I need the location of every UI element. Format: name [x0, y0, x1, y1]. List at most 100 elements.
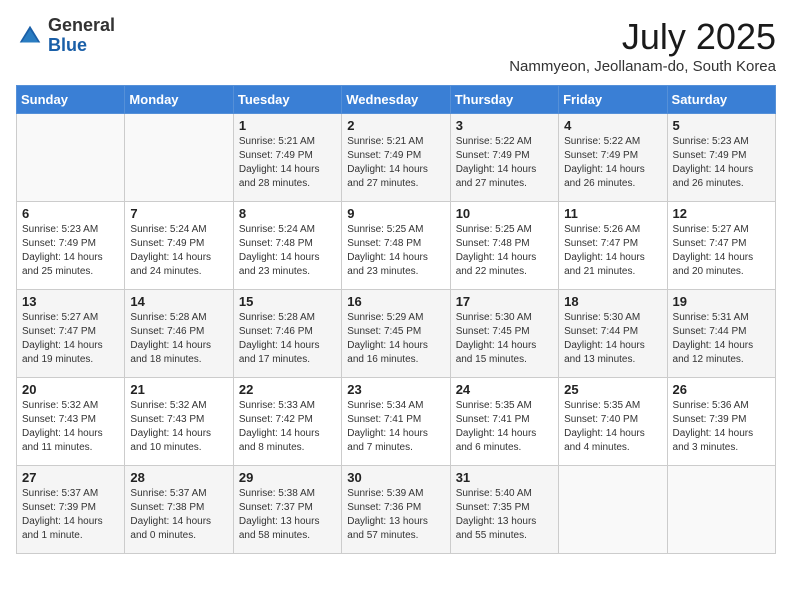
- calendar-cell: [125, 114, 233, 202]
- calendar-cell: 28 Sunrise: 5:37 AMSunset: 7:38 PMDayligh…: [125, 466, 233, 554]
- day-number: 5: [673, 118, 770, 133]
- day-number: 11: [564, 206, 661, 221]
- day-number: 6: [22, 206, 119, 221]
- cell-info: Sunrise: 5:24 AMSunset: 7:48 PMDaylight:…: [239, 223, 336, 279]
- calendar-cell: 23 Sunrise: 5:34 AMSunset: 7:41 PMDayligh…: [342, 378, 450, 466]
- cell-info: Sunrise: 5:28 AMSunset: 7:46 PMDaylight:…: [130, 311, 227, 367]
- cell-info: Sunrise: 5:23 AMSunset: 7:49 PMDaylight:…: [673, 135, 770, 191]
- cell-info: Sunrise: 5:22 AMSunset: 7:49 PMDaylight:…: [564, 135, 661, 191]
- day-number: 18: [564, 294, 661, 309]
- cell-info: Sunrise: 5:37 AMSunset: 7:39 PMDaylight:…: [22, 487, 119, 543]
- cell-info: Sunrise: 5:35 AMSunset: 7:41 PMDaylight:…: [456, 399, 553, 455]
- cell-info: Sunrise: 5:34 AMSunset: 7:41 PMDaylight:…: [347, 399, 444, 455]
- cell-info: Sunrise: 5:31 AMSunset: 7:44 PMDaylight:…: [673, 311, 770, 367]
- calendar-cell: 13 Sunrise: 5:27 AMSunset: 7:47 PMDayligh…: [17, 290, 125, 378]
- day-number: 16: [347, 294, 444, 309]
- weekday-header-monday: Monday: [125, 86, 233, 114]
- calendar-cell: 27 Sunrise: 5:37 AMSunset: 7:39 PMDayligh…: [17, 466, 125, 554]
- day-number: 28: [130, 470, 227, 485]
- day-number: 19: [673, 294, 770, 309]
- day-number: 8: [239, 206, 336, 221]
- calendar-cell: 29Sunrise: 5:38 AMSunset: 7:37 PMDayligh…: [233, 466, 341, 554]
- location-subtitle: Nammyeon, Jeollanam-do, South Korea: [509, 58, 776, 75]
- calendar-cell: 1 Sunrise: 5:21 AMSunset: 7:49 PMDaylight…: [233, 114, 341, 202]
- cell-info: Sunrise: 5:40 AMSunset: 7:35 PMDaylight:…: [456, 487, 553, 543]
- calendar-cell: 15 Sunrise: 5:28 AMSunset: 7:46 PMDayligh…: [233, 290, 341, 378]
- day-number: 30: [347, 470, 444, 485]
- calendar-week-row: 13 Sunrise: 5:27 AMSunset: 7:47 PMDayligh…: [17, 290, 776, 378]
- day-number: 26: [673, 382, 770, 397]
- calendar-cell: [667, 466, 775, 554]
- calendar-cell: 14 Sunrise: 5:28 AMSunset: 7:46 PMDayligh…: [125, 290, 233, 378]
- day-number: 13: [22, 294, 119, 309]
- calendar-cell: 24 Sunrise: 5:35 AMSunset: 7:41 PMDayligh…: [450, 378, 558, 466]
- cell-info: Sunrise: 5:37 AMSunset: 7:38 PMDaylight:…: [130, 487, 227, 543]
- logo: General Blue: [16, 16, 115, 56]
- day-number: 22: [239, 382, 336, 397]
- day-number: 14: [130, 294, 227, 309]
- weekday-header-row: SundayMondayTuesdayWednesdayThursdayFrid…: [17, 86, 776, 114]
- calendar-cell: 21Sunrise: 5:32 AMSunset: 7:43 PMDayligh…: [125, 378, 233, 466]
- cell-info: Sunrise: 5:30 AMSunset: 7:44 PMDaylight:…: [564, 311, 661, 367]
- cell-info: Sunrise: 5:32 AMSunset: 7:43 PMDaylight:…: [22, 399, 119, 455]
- day-number: 9: [347, 206, 444, 221]
- calendar-week-row: 1 Sunrise: 5:21 AMSunset: 7:49 PMDaylight…: [17, 114, 776, 202]
- day-number: 17: [456, 294, 553, 309]
- calendar-cell: [559, 466, 667, 554]
- calendar-week-row: 27 Sunrise: 5:37 AMSunset: 7:39 PMDayligh…: [17, 466, 776, 554]
- cell-info: Sunrise: 5:29 AMSunset: 7:45 PMDaylight:…: [347, 311, 444, 367]
- calendar-cell: 30Sunrise: 5:39 AMSunset: 7:36 PMDayligh…: [342, 466, 450, 554]
- logo-text: General Blue: [48, 16, 115, 56]
- calendar-week-row: 20Sunrise: 5:32 AMSunset: 7:43 PMDayligh…: [17, 378, 776, 466]
- day-number: 23: [347, 382, 444, 397]
- weekday-header-friday: Friday: [559, 86, 667, 114]
- calendar-cell: 3 Sunrise: 5:22 AMSunset: 7:49 PMDaylight…: [450, 114, 558, 202]
- weekday-header-tuesday: Tuesday: [233, 86, 341, 114]
- calendar-cell: 22Sunrise: 5:33 AMSunset: 7:42 PMDayligh…: [233, 378, 341, 466]
- title-block: July 2025 Nammyeon, Jeollanam-do, South …: [509, 16, 776, 75]
- day-number: 7: [130, 206, 227, 221]
- calendar-cell: 12Sunrise: 5:27 AMSunset: 7:47 PMDayligh…: [667, 202, 775, 290]
- calendar-cell: 11 Sunrise: 5:26 AMSunset: 7:47 PMDayligh…: [559, 202, 667, 290]
- cell-info: Sunrise: 5:35 AMSunset: 7:40 PMDaylight:…: [564, 399, 661, 455]
- calendar-cell: 17 Sunrise: 5:30 AMSunset: 7:45 PMDayligh…: [450, 290, 558, 378]
- calendar-cell: 25Sunrise: 5:35 AMSunset: 7:40 PMDayligh…: [559, 378, 667, 466]
- weekday-header-wednesday: Wednesday: [342, 86, 450, 114]
- day-number: 10: [456, 206, 553, 221]
- page-header: General Blue July 2025 Nammyeon, Jeollan…: [16, 16, 776, 75]
- calendar-cell: 9Sunrise: 5:25 AMSunset: 7:48 PMDaylight…: [342, 202, 450, 290]
- day-number: 29: [239, 470, 336, 485]
- weekday-header-sunday: Sunday: [17, 86, 125, 114]
- logo-icon: [16, 22, 44, 50]
- cell-info: Sunrise: 5:22 AMSunset: 7:49 PMDaylight:…: [456, 135, 553, 191]
- cell-info: Sunrise: 5:25 AMSunset: 7:48 PMDaylight:…: [456, 223, 553, 279]
- cell-info: Sunrise: 5:21 AMSunset: 7:49 PMDaylight:…: [347, 135, 444, 191]
- calendar-cell: [17, 114, 125, 202]
- cell-info: Sunrise: 5:26 AMSunset: 7:47 PMDaylight:…: [564, 223, 661, 279]
- day-number: 27: [22, 470, 119, 485]
- calendar-cell: 26Sunrise: 5:36 AMSunset: 7:39 PMDayligh…: [667, 378, 775, 466]
- cell-info: Sunrise: 5:28 AMSunset: 7:46 PMDaylight:…: [239, 311, 336, 367]
- day-number: 1: [239, 118, 336, 133]
- cell-info: Sunrise: 5:30 AMSunset: 7:45 PMDaylight:…: [456, 311, 553, 367]
- day-number: 3: [456, 118, 553, 133]
- calendar-cell: 2 Sunrise: 5:21 AMSunset: 7:49 PMDaylight…: [342, 114, 450, 202]
- cell-info: Sunrise: 5:27 AMSunset: 7:47 PMDaylight:…: [22, 311, 119, 367]
- calendar-cell: 8 Sunrise: 5:24 AMSunset: 7:48 PMDaylight…: [233, 202, 341, 290]
- day-number: 15: [239, 294, 336, 309]
- day-number: 21: [130, 382, 227, 397]
- logo-blue: Blue: [48, 35, 87, 55]
- calendar-cell: 31Sunrise: 5:40 AMSunset: 7:35 PMDayligh…: [450, 466, 558, 554]
- calendar-cell: 5 Sunrise: 5:23 AMSunset: 7:49 PMDaylight…: [667, 114, 775, 202]
- cell-info: Sunrise: 5:21 AMSunset: 7:49 PMDaylight:…: [239, 135, 336, 191]
- calendar-cell: 20Sunrise: 5:32 AMSunset: 7:43 PMDayligh…: [17, 378, 125, 466]
- calendar-cell: 6Sunrise: 5:23 AMSunset: 7:49 PMDaylight…: [17, 202, 125, 290]
- calendar-week-row: 6Sunrise: 5:23 AMSunset: 7:49 PMDaylight…: [17, 202, 776, 290]
- cell-info: Sunrise: 5:27 AMSunset: 7:47 PMDaylight:…: [673, 223, 770, 279]
- calendar-cell: 7Sunrise: 5:24 AMSunset: 7:49 PMDaylight…: [125, 202, 233, 290]
- day-number: 2: [347, 118, 444, 133]
- month-year-title: July 2025: [509, 16, 776, 58]
- calendar-cell: 18 Sunrise: 5:30 AMSunset: 7:44 PMDayligh…: [559, 290, 667, 378]
- logo-general: General: [48, 15, 115, 35]
- day-number: 24: [456, 382, 553, 397]
